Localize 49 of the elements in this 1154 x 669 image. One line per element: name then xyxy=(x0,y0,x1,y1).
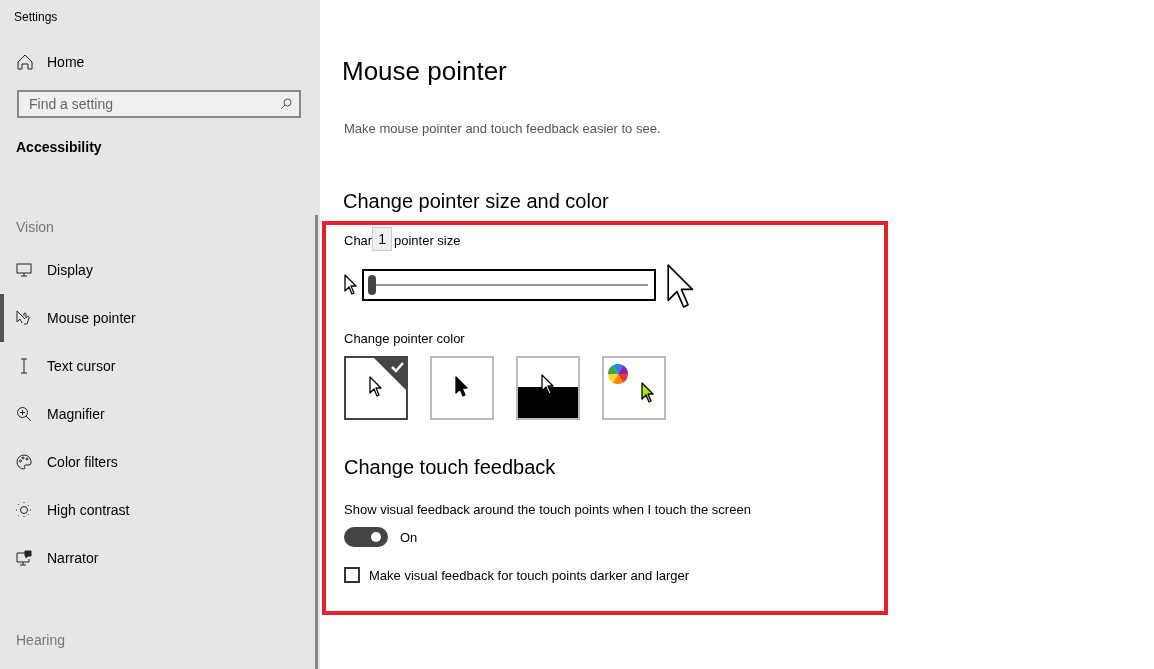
nav-item[interactable]: Text cursor xyxy=(0,342,320,390)
monitor-icon xyxy=(16,262,32,278)
nav-item[interactable]: High contrast xyxy=(0,486,320,534)
narrator-icon xyxy=(16,550,32,566)
toggle-state: On xyxy=(400,529,418,545)
filled-pointer-icon xyxy=(455,375,469,398)
dark-background-block xyxy=(518,387,578,419)
section-title: Accessibility xyxy=(15,138,103,155)
slider-label: Char xyxy=(344,233,373,248)
custom-pointer-icon xyxy=(641,381,655,404)
inverted-pointer-icon xyxy=(541,373,555,396)
page-title: Mouse pointer xyxy=(342,56,508,87)
nav-item[interactable]: Magnifier xyxy=(0,390,320,438)
color-label: Change pointer color xyxy=(344,331,466,347)
slider-thumb[interactable] xyxy=(368,275,376,296)
slider-label: pointer size xyxy=(394,233,461,248)
zoom-in-icon xyxy=(16,406,32,422)
window-title: Settings xyxy=(13,9,59,26)
pointer-hand-icon xyxy=(16,310,32,326)
section-heading: Change touch feedback xyxy=(344,456,557,480)
value-tooltip: 1 xyxy=(372,227,392,251)
home-icon xyxy=(17,54,33,70)
pointer-color-option[interactable] xyxy=(344,356,408,421)
nav-item[interactable]: Narrator xyxy=(0,534,320,582)
checkbox[interactable] xyxy=(344,567,360,584)
pointer-color-option[interactable] xyxy=(516,356,580,421)
group-heading: Hearing xyxy=(15,631,67,648)
home-link[interactable]: Home xyxy=(0,30,320,70)
sun-icon xyxy=(16,502,32,518)
pointer-color-option[interactable] xyxy=(602,356,666,421)
scrollbar[interactable] xyxy=(315,215,318,669)
toggle-switch[interactable] xyxy=(344,527,388,548)
checkbox-label: Make visual feedback for touch points darker and larger xyxy=(369,567,690,583)
pointer-color-option[interactable] xyxy=(430,356,494,421)
nav-item[interactable]: Color filters xyxy=(0,438,320,486)
nav-item[interactable]: Mouse pointer xyxy=(0,294,320,342)
nav-item[interactable]: Display xyxy=(0,246,320,294)
search-field[interactable]: Find a setting xyxy=(17,90,301,118)
check-corner-icon xyxy=(374,358,406,391)
color-wheel-icon xyxy=(608,364,628,385)
outlined-pointer-icon xyxy=(369,375,383,398)
small-pointer-icon xyxy=(344,274,358,297)
search-icon xyxy=(280,98,292,110)
size-slider[interactable] xyxy=(362,269,656,302)
group-heading: Vision xyxy=(15,218,55,235)
palette-icon xyxy=(16,454,32,470)
section-heading: Change pointer size and color xyxy=(343,190,610,213)
page-description: Make mouse pointer and touch feedback easier to see. xyxy=(344,121,662,136)
toggle-label: Show visual feedback around the touch points when I touch the screen xyxy=(344,502,752,518)
